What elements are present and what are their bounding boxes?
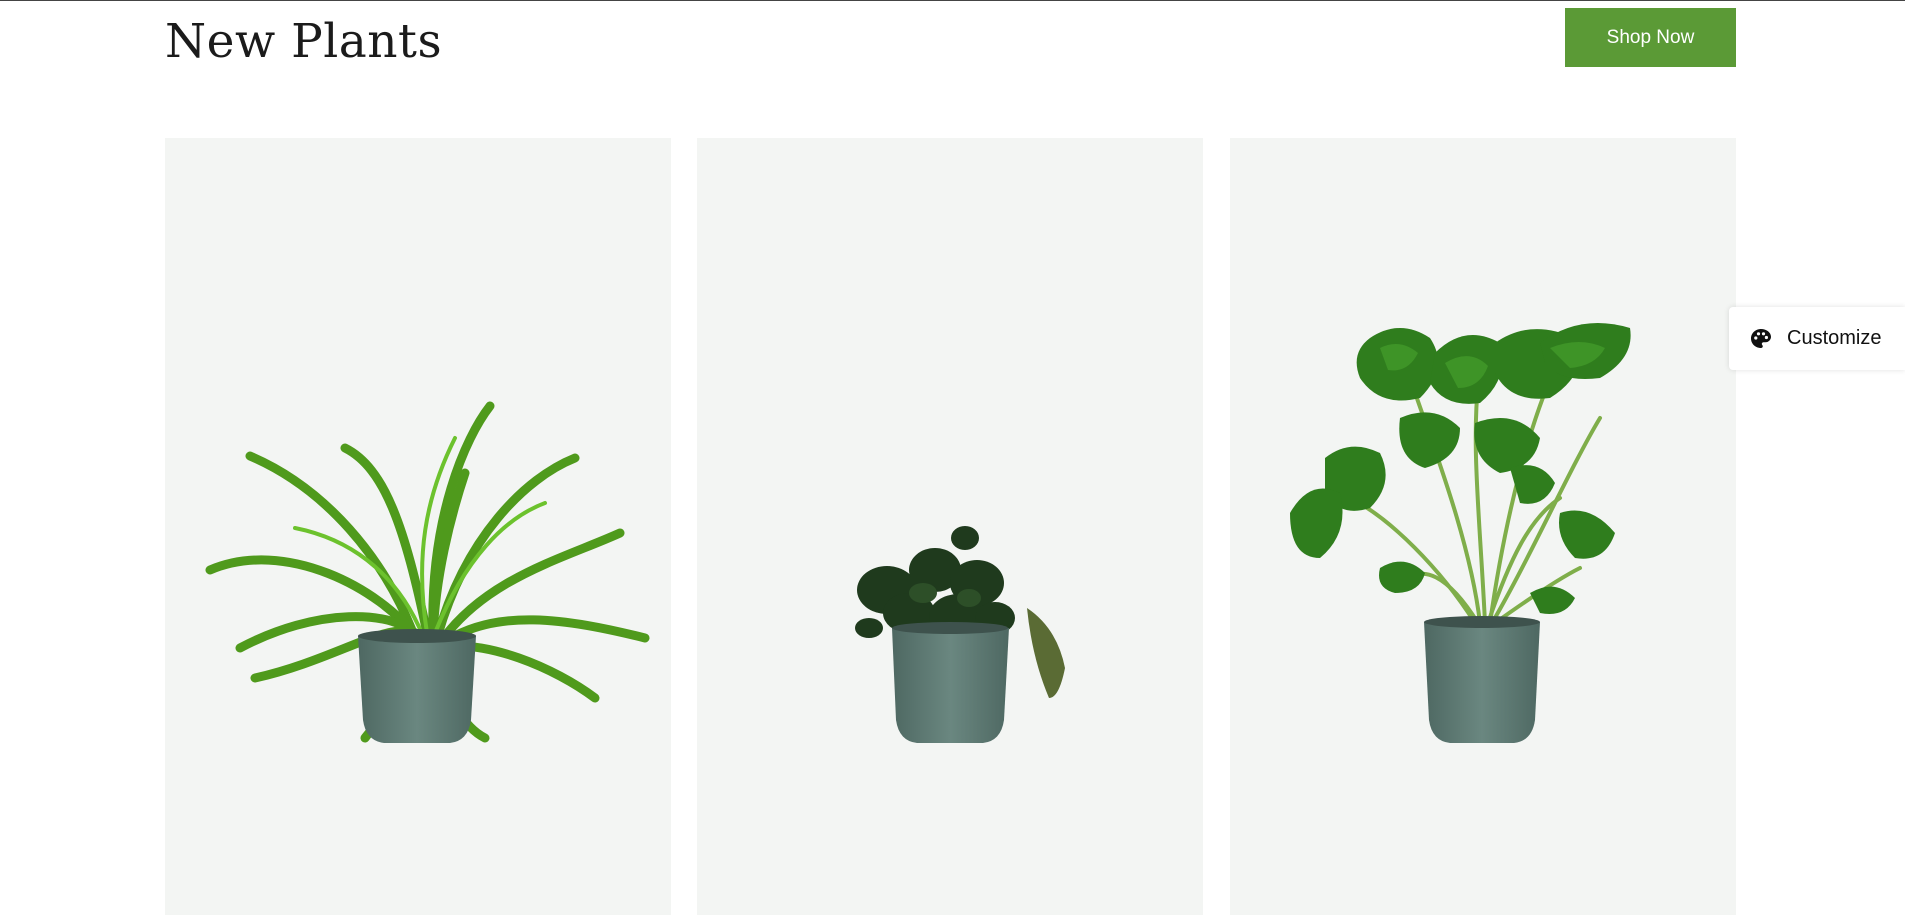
shop-now-button[interactable]: Shop Now	[1565, 8, 1736, 67]
product-card[interactable]	[697, 138, 1203, 915]
customize-label: Customize	[1787, 327, 1882, 349]
section-title: New Plants	[165, 14, 443, 69]
birds-nest-fern-image	[205, 401, 650, 743]
customize-button[interactable]: Customize	[1729, 307, 1905, 370]
section-header: New Plants Shop Now	[165, 0, 1736, 80]
palette-icon	[1751, 328, 1771, 348]
monstera-image	[1290, 323, 1631, 743]
product-card[interactable]	[1230, 138, 1736, 915]
product-card[interactable]	[165, 138, 671, 915]
product-grid	[165, 138, 1736, 915]
peperomia-image	[855, 526, 1065, 743]
